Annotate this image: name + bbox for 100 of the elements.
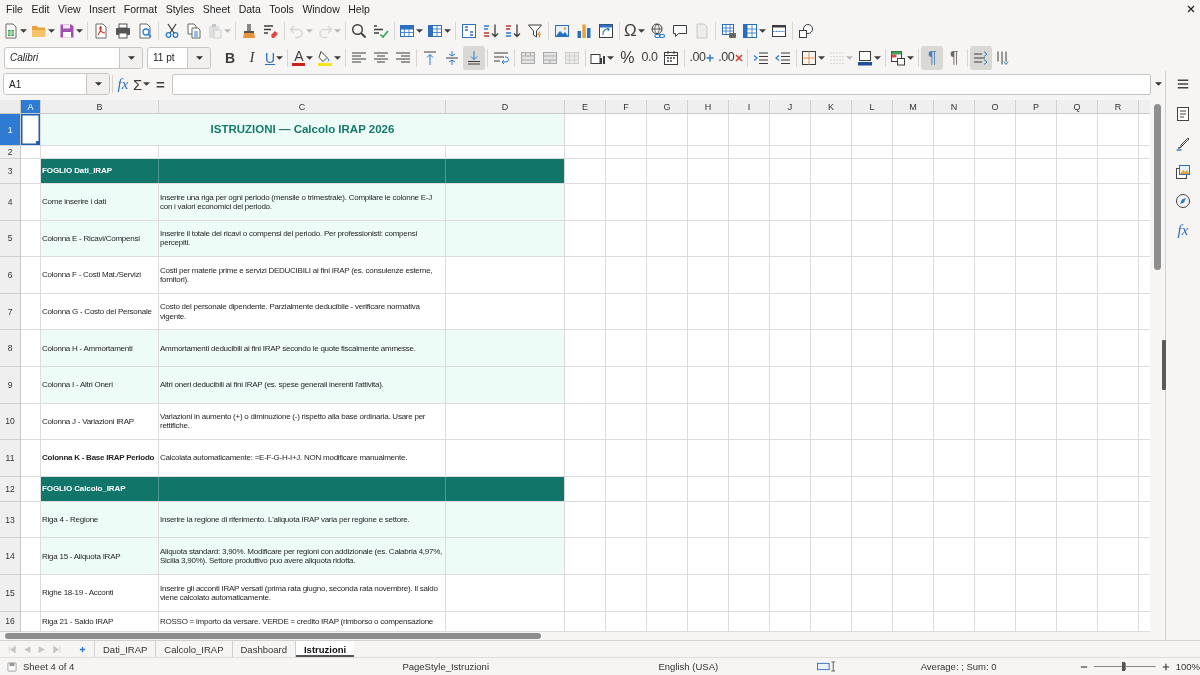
sheet-tab[interactable]: Calcolo_IRAP bbox=[155, 641, 232, 657]
font-size-combobox[interactable]: 11 pt bbox=[147, 46, 211, 69]
borders-icon bbox=[801, 49, 818, 66]
column-header[interactable]: P bbox=[1016, 100, 1057, 114]
column-header[interactable]: M bbox=[893, 100, 934, 114]
formula-input-field[interactable] bbox=[172, 73, 1151, 95]
standard-format-button[interactable]: 0.0 bbox=[638, 45, 661, 70]
menu-item[interactable]: Data bbox=[234, 2, 266, 15]
column-header[interactable]: L bbox=[852, 100, 893, 114]
menu-item[interactable]: View bbox=[54, 2, 86, 15]
dropdown-button[interactable] bbox=[119, 47, 142, 68]
row-header[interactable]: 6 bbox=[0, 257, 21, 294]
percent-button[interactable]: % bbox=[616, 45, 639, 70]
font-name-combobox[interactable]: Calibri bbox=[4, 46, 143, 69]
column-header[interactable]: A bbox=[21, 100, 41, 114]
text-left-to-right-button[interactable] bbox=[970, 45, 993, 70]
calendar-icon bbox=[663, 49, 680, 66]
functions-deck-button[interactable]: fx bbox=[1171, 218, 1195, 242]
menu-item[interactable]: Insert bbox=[85, 2, 120, 15]
row-header[interactable]: 10 bbox=[0, 403, 21, 441]
bold-button[interactable]: B bbox=[219, 45, 241, 70]
table-cell: Colonna K - Base IRAP Periodo bbox=[41, 440, 159, 477]
align-bottom-button[interactable] bbox=[463, 45, 486, 70]
scroll-thumb[interactable] bbox=[5, 633, 541, 639]
font-color-button[interactable]: A bbox=[290, 45, 316, 70]
menu-item[interactable]: Tools bbox=[265, 2, 299, 15]
column-header[interactable]: E bbox=[565, 100, 606, 114]
row-header[interactable]: 1 bbox=[0, 114, 21, 146]
row-header[interactable]: 9 bbox=[0, 366, 21, 404]
compass-icon bbox=[1175, 193, 1191, 209]
scroll-thumb[interactable] bbox=[1154, 104, 1161, 270]
column-header[interactable]: C bbox=[159, 100, 446, 114]
row-header[interactable]: 8 bbox=[0, 330, 21, 367]
column-header[interactable]: F bbox=[606, 100, 647, 114]
globe-link-icon bbox=[649, 22, 666, 39]
selection-mode-icon[interactable] bbox=[817, 661, 837, 672]
caret-icon bbox=[76, 28, 83, 33]
menu-item[interactable]: Help bbox=[344, 2, 375, 15]
function-wizard-button[interactable]: fx bbox=[115, 72, 131, 96]
row-header[interactable]: 13 bbox=[0, 501, 21, 539]
sheet-tab[interactable]: Dati_IRAP bbox=[94, 641, 156, 657]
row-header[interactable]: 5 bbox=[0, 220, 21, 258]
row-header[interactable]: 7 bbox=[0, 293, 21, 331]
eraser-icon bbox=[263, 22, 279, 39]
menu-item[interactable]: Styles bbox=[161, 2, 199, 15]
row-header[interactable]: 3 bbox=[0, 159, 21, 184]
caret-icon bbox=[607, 55, 615, 60]
menu-item[interactable]: Window bbox=[298, 2, 345, 15]
column-header[interactable]: B bbox=[41, 100, 159, 114]
column-header[interactable]: K bbox=[811, 100, 852, 114]
name-box[interactable]: A1 bbox=[3, 73, 110, 95]
sum-button[interactable]: Σ bbox=[131, 72, 153, 96]
row-header[interactable]: 15 bbox=[0, 574, 21, 612]
row-header[interactable]: 14 bbox=[0, 538, 21, 575]
row-header[interactable]: 16 bbox=[0, 611, 21, 632]
bar-chart-icon bbox=[576, 22, 592, 39]
column-header[interactable]: G bbox=[647, 100, 688, 114]
column-header[interactable]: H bbox=[688, 100, 729, 114]
align-bottom-icon bbox=[466, 49, 483, 66]
sidebar-grip[interactable] bbox=[1162, 340, 1166, 390]
column-header[interactable]: I bbox=[729, 100, 770, 114]
delete-decimal-button[interactable]: .00 bbox=[716, 45, 746, 70]
dropdown-button[interactable] bbox=[86, 74, 109, 94]
zoom-in-icon[interactable] bbox=[1161, 662, 1170, 671]
conditional-format-icon bbox=[890, 49, 907, 66]
row-header[interactable]: 4 bbox=[0, 184, 21, 221]
add-decimal-button[interactable]: .00 bbox=[687, 45, 717, 70]
indent-increase-icon bbox=[753, 49, 770, 66]
funnel-icon bbox=[527, 22, 543, 39]
row-header[interactable]: 2 bbox=[0, 146, 21, 159]
special-character-button[interactable]: Ω bbox=[622, 18, 647, 43]
clipboard-icon bbox=[207, 22, 223, 39]
menu-item[interactable]: Edit bbox=[27, 2, 54, 15]
sheet-tab[interactable]: Istruzioni bbox=[295, 641, 355, 657]
column-header[interactable]: J bbox=[770, 100, 811, 114]
slider-thumb[interactable] bbox=[1121, 662, 1125, 671]
right-to-left-button[interactable]: ¶ bbox=[943, 45, 966, 70]
column-header[interactable]: R bbox=[1098, 100, 1139, 114]
close-icon[interactable] bbox=[1187, 4, 1195, 13]
column-header[interactable]: D bbox=[446, 100, 565, 114]
column-header[interactable]: O bbox=[975, 100, 1016, 114]
sheet-tab[interactable]: Dashboard bbox=[231, 641, 295, 657]
menu-item[interactable]: Format bbox=[119, 2, 162, 15]
plus-icon[interactable] bbox=[79, 645, 86, 653]
italic-button[interactable]: I bbox=[241, 45, 263, 70]
dropdown-button[interactable] bbox=[187, 47, 210, 68]
plus-icon bbox=[706, 53, 715, 62]
properties-icon bbox=[1175, 106, 1191, 122]
underline-button[interactable]: U bbox=[263, 45, 286, 70]
menu-item[interactable]: Sheet bbox=[198, 2, 235, 15]
section-header: FOGLIO Calcolo_IRAP bbox=[41, 476, 565, 502]
formula-button[interactable]: = bbox=[152, 72, 169, 96]
column-header[interactable]: Q bbox=[1057, 100, 1098, 114]
selected-cell[interactable] bbox=[21, 114, 41, 146]
column-header[interactable]: N bbox=[934, 100, 975, 114]
document-icon bbox=[693, 22, 710, 39]
row-header[interactable]: 12 bbox=[0, 476, 21, 502]
menu-item[interactable]: File bbox=[2, 2, 28, 15]
menu-icon[interactable] bbox=[1176, 78, 1190, 90]
row-header[interactable]: 11 bbox=[0, 440, 21, 477]
